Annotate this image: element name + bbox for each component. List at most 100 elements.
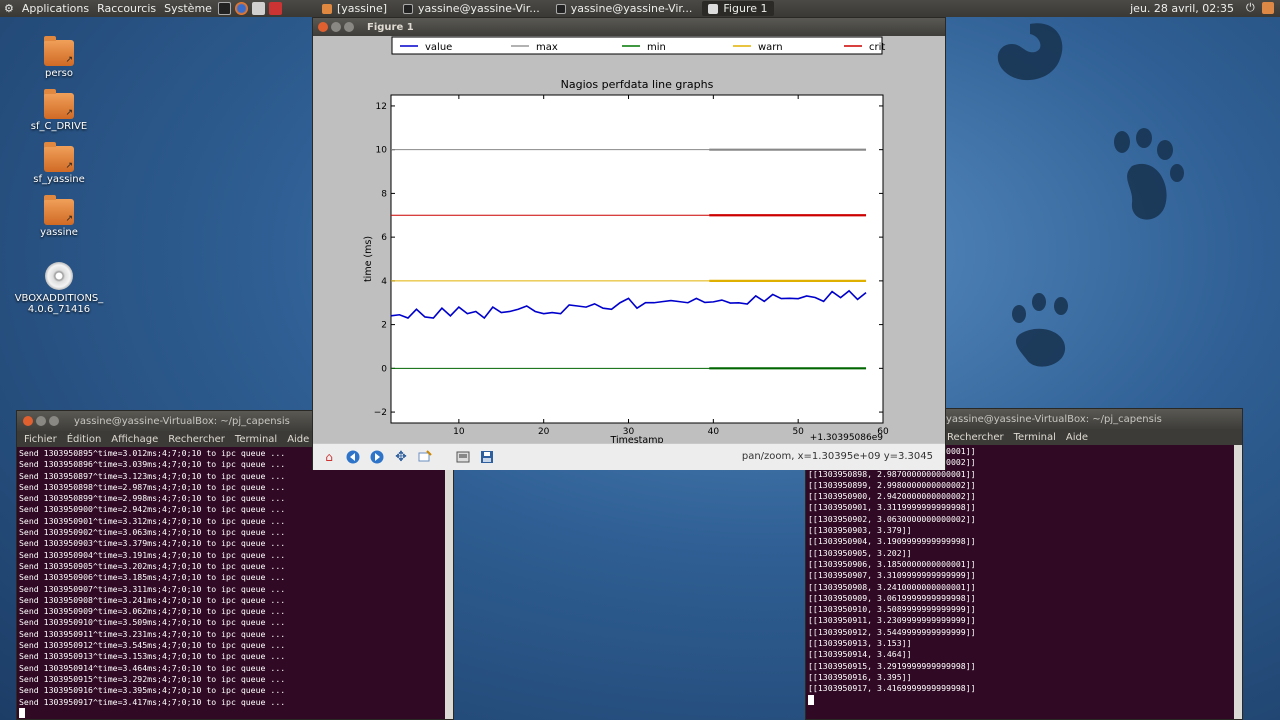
zoom-icon[interactable] [417,449,433,465]
terminal-output[interactable]: Send 1303950895^time=3.012ms;4;7;0;10 to… [17,447,453,718]
desktop-icon-label: perso [45,68,73,79]
terminal-line: Send 1303950903^time=3.379ms;4;7;0;10 to… [19,538,286,549]
editor-launcher-icon[interactable] [251,2,265,15]
terminal-line: Send 1303950902^time=3.063ms;4;7;0;10 to… [19,527,286,538]
terminal-line: Send 1303950905^time=3.202ms;4;7;0;10 to… [19,560,286,571]
terminal-scrollbar[interactable] [1234,445,1242,719]
x-tick-label: 40 [708,427,720,437]
terminal-line: Send 1303950900^time=2.942ms;4;7;0;10 to… [19,504,286,515]
folder-icon: ↗ [44,195,74,225]
menu-terminal[interactable]: Terminal [230,434,282,445]
terminal-line: [[1303950909, 3.0619999999999998]] [808,592,976,603]
desktop-icon-vboxadditions[interactable]: VBOXADDITIONS_ 4.0.6_71416 [14,262,104,315]
home-icon[interactable]: ⌂ [321,449,337,465]
task-label: [yassine] [336,2,388,15]
task-yassine-folder[interactable]: [yassine] [316,1,393,16]
desktop-icon-sf-c-drive[interactable]: ↗ sf_C_DRIVE [14,89,104,132]
terminal-line: Send 1303950907^time=3.311ms;4;7;0;10 to… [19,583,286,594]
terminal-line: [[1303950916, 3.395]] [808,671,912,682]
menu-rechercher[interactable]: Rechercher [942,432,1009,443]
x-tick-label: 50 [792,427,804,437]
clock[interactable]: jeu. 28 avril, 02:35 [1130,2,1234,15]
terminal-title: yassine@yassine-VirtualBox: ~/pj_capensi… [946,413,1162,425]
menu-aide[interactable]: Aide [282,434,314,445]
figure-canvas[interactable]: Nagios perfdata line graphs10 20 30 40 50 60−… [313,36,945,443]
maximize-icon[interactable] [344,22,354,32]
firefox-launcher-icon[interactable] [234,2,248,15]
terminal-cursor [19,707,25,718]
terminal-line: [[1303950901, 3.3119999999999998]] [808,502,976,513]
terminal-line: [[1303950912, 3.5449999999999999]] [808,626,976,637]
menu-terminal[interactable]: Terminal [1009,432,1061,443]
task-terminal-2[interactable]: yassine@yassine-Vir... [550,1,699,16]
back-icon[interactable] [345,449,361,465]
terminal-line: Send 1303950913^time=3.153ms;4;7;0;10 to… [19,651,286,662]
session-icon[interactable] [1262,2,1274,14]
desktop-icon-sf-yassine[interactable]: ↗ sf_yassine [14,142,104,185]
pan-icon[interactable]: ✥ [393,449,409,465]
menu-affichage[interactable]: Affichage [106,434,163,445]
chart-title: Nagios perfdata line graphs [561,78,714,91]
power-icon[interactable]: ⏻ [1246,2,1258,14]
y-tick-label: 0 [381,364,387,374]
legend-label-crit: crit [869,42,885,53]
figure-toolbar: ⌂ ✥ pan/zoom, x=1.30395e+09 y=3.3045 [313,443,945,470]
menu-shortcuts[interactable]: Raccourcis [93,2,160,15]
terminal-line: Send 1303950897^time=3.123ms;4;7;0;10 to… [19,470,286,481]
minimize-icon[interactable] [36,416,46,426]
menu-aide[interactable]: Aide [1061,432,1093,443]
figure-titlebar[interactable]: Figure 1 [313,18,945,36]
terminal-line: Send 1303950912^time=3.545ms;4;7;0;10 to… [19,640,286,651]
maximize-icon[interactable] [49,416,59,426]
terminal-line: [[1303950914, 3.464]] [808,649,912,660]
close-icon[interactable] [318,22,328,32]
terminal-output[interactable]: [[1303950896, 3.0390000000000001]][[1303… [806,445,1242,705]
terminal-line: [[1303950898, 2.9870000000000001]] [808,468,976,479]
menu-rechercher[interactable]: Rechercher [163,434,230,445]
figure-title: Figure 1 [367,21,414,33]
close-icon[interactable] [23,416,33,426]
desktop-icon-label-line1: VBOXADDITIONS_ [14,293,104,304]
x-axis-label: Timestamp [609,435,663,443]
terminal-line: [[1303950903, 3.379]] [808,525,912,536]
terminal-line: [[1303950915, 3.2919999999999998]] [808,660,976,671]
terminal-line: Send 1303950914^time=3.464ms;4;7;0;10 to… [19,662,286,673]
terminal-line: [[1303950902, 3.0630000000000002]] [808,513,976,524]
terminal-launcher-icon[interactable] [217,2,231,15]
ubuntu-logo-icon[interactable]: ⚙ [0,2,18,15]
plot-area [390,94,884,424]
terminal-line: [[1303950910, 3.5089999999999999]] [808,604,976,615]
subplots-icon[interactable] [455,449,471,465]
desktop-icon-perso[interactable]: ↗ perso [14,36,104,79]
y-tick-label: 12 [376,102,387,112]
figure-window: Figure 1 Nagios perfdata line graphs 10 2 0… [312,17,946,470]
save-icon[interactable] [479,449,495,465]
terminal-cursor [808,694,814,705]
legend-label-max: max [536,42,558,53]
terminal-line: Send 1303950908^time=3.241ms;4;7;0;10 to… [19,594,286,605]
desktop-icon-yassine[interactable]: ↗ yassine [14,195,104,238]
forward-icon[interactable] [369,449,385,465]
terminal-line: Send 1303950899^time=2.998ms;4;7;0;10 to… [19,493,286,504]
task-terminal-1[interactable]: yassine@yassine-Vir... [397,1,546,16]
minimize-icon[interactable] [331,22,341,32]
mail-launcher-icon[interactable] [268,2,282,15]
menu-edition[interactable]: Édition [62,434,107,445]
x-tick-label: 10 [453,427,465,437]
terminal-scrollbar[interactable] [445,447,453,719]
folder-icon [321,3,332,14]
task-figure-1[interactable]: Figure 1 [702,1,774,16]
folder-icon: ↗ [44,89,74,119]
desktop-icon-label-line2: 4.0.6_71416 [27,304,91,315]
menu-system[interactable]: Système [160,2,216,15]
y-tick-label: 6 [381,233,387,243]
gnome-foot-decoration-icon [997,23,1063,81]
terminal-line: Send 1303950911^time=3.231ms;4;7;0;10 to… [19,628,286,639]
terminal-line: Send 1303950917^time=3.417ms;4;7;0;10 to… [19,696,286,707]
terminal-line: [[1303950913, 3.153]] [808,638,912,649]
menu-applications[interactable]: Applications [18,2,93,15]
terminal-line: [[1303950917, 3.4169999999999998]] [808,683,976,694]
menu-fichier[interactable]: Fichier [19,434,62,445]
y-tick-label: 2 [381,321,387,331]
terminal-line: [[1303950905, 3.202]] [808,547,912,558]
